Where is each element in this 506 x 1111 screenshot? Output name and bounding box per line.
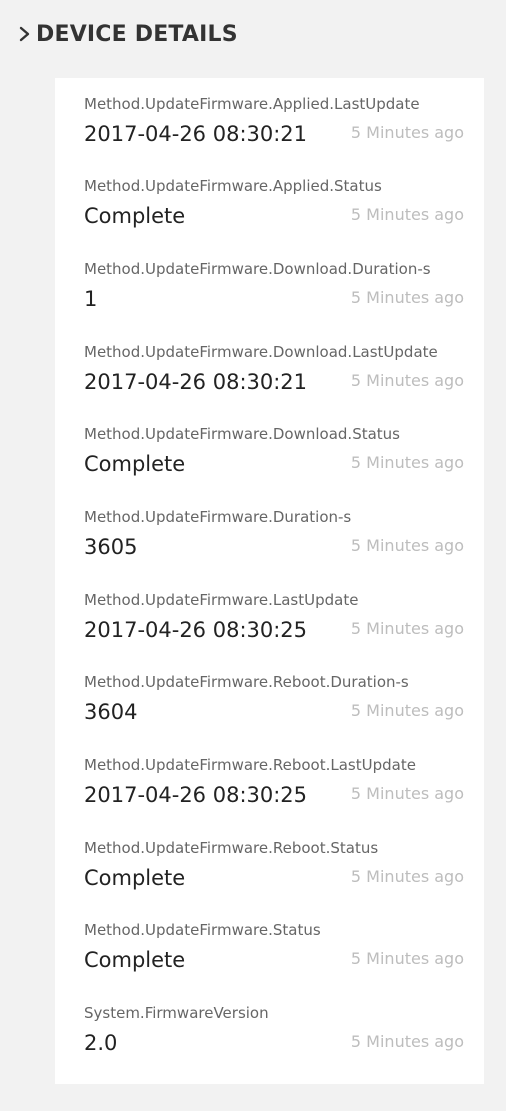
- property-name: Method.UpdateFirmware.Status: [84, 921, 321, 939]
- property-updated: 5 Minutes ago: [350, 949, 464, 968]
- property-updated: 5 Minutes ago: [350, 867, 464, 886]
- property-row: Method.UpdateFirmware.Reboot.Duration-s …: [55, 656, 484, 738]
- property-name: Method.UpdateFirmware.Applied.Status: [84, 177, 382, 195]
- property-updated: 5 Minutes ago: [350, 619, 464, 638]
- property-name: Method.UpdateFirmware.LastUpdate: [84, 591, 359, 609]
- property-name: Method.UpdateFirmware.Download.Duration-…: [84, 260, 431, 278]
- property-row: Method.UpdateFirmware.Status Complete 5 …: [55, 904, 484, 986]
- property-value: Complete: [84, 204, 186, 228]
- property-value: Complete: [84, 452, 186, 476]
- device-details-panel: DEVICE DETAILS Method.UpdateFirmware.App…: [0, 0, 506, 1111]
- property-name: Method.UpdateFirmware.Duration-s: [84, 508, 352, 526]
- property-updated: 5 Minutes ago: [350, 123, 464, 142]
- property-name: System.FirmwareVersion: [84, 1004, 269, 1022]
- section-title: DEVICE DETAILS: [36, 21, 238, 47]
- property-row: Method.UpdateFirmware.Reboot.Status Comp…: [55, 822, 484, 904]
- property-updated: 5 Minutes ago: [350, 701, 464, 720]
- property-value: 3604: [84, 700, 138, 724]
- property-updated: 5 Minutes ago: [350, 288, 464, 307]
- properties-list: Method.UpdateFirmware.Applied.LastUpdate…: [55, 78, 484, 1084]
- property-row: System.FirmwareVersion 2.0 5 Minutes ago: [55, 987, 484, 1069]
- device-details-header[interactable]: DEVICE DETAILS: [16, 18, 238, 50]
- property-updated: 5 Minutes ago: [350, 205, 464, 224]
- property-name: Method.UpdateFirmware.Applied.LastUpdate: [84, 95, 420, 113]
- property-value: 2017-04-26 08:30:25: [84, 618, 308, 642]
- property-updated: 5 Minutes ago: [350, 784, 464, 803]
- property-value: Complete: [84, 948, 186, 972]
- property-value: 2017-04-26 08:30:21: [84, 370, 308, 394]
- property-row: Method.UpdateFirmware.LastUpdate 2017-04…: [55, 574, 484, 656]
- property-name: Method.UpdateFirmware.Reboot.Duration-s: [84, 673, 409, 691]
- property-value: Complete: [84, 866, 186, 890]
- property-row: Method.UpdateFirmware.Applied.LastUpdate…: [55, 78, 484, 160]
- property-row: Method.UpdateFirmware.Applied.Status Com…: [55, 160, 484, 242]
- property-row: Method.UpdateFirmware.Download.Status Co…: [55, 408, 484, 490]
- property-value: 2017-04-26 08:30:25: [84, 783, 308, 807]
- property-updated: 5 Minutes ago: [350, 1032, 464, 1051]
- property-value: 1: [84, 287, 98, 311]
- property-value: 3605: [84, 535, 138, 559]
- chevron-right-icon[interactable]: [16, 25, 34, 43]
- property-row: Method.UpdateFirmware.Reboot.LastUpdate …: [55, 739, 484, 821]
- property-name: Method.UpdateFirmware.Download.LastUpdat…: [84, 343, 438, 361]
- property-name: Method.UpdateFirmware.Download.Status: [84, 425, 400, 443]
- property-row: Method.UpdateFirmware.Duration-s 3605 5 …: [55, 491, 484, 573]
- property-value: 2017-04-26 08:30:21: [84, 122, 308, 146]
- property-updated: 5 Minutes ago: [350, 453, 464, 472]
- property-name: Method.UpdateFirmware.Reboot.LastUpdate: [84, 756, 416, 774]
- property-name: Method.UpdateFirmware.Reboot.Status: [84, 839, 379, 857]
- property-updated: 5 Minutes ago: [350, 536, 464, 555]
- property-row: Method.UpdateFirmware.Download.LastUpdat…: [55, 326, 484, 408]
- property-updated: 5 Minutes ago: [350, 371, 464, 390]
- property-row: Method.UpdateFirmware.Download.Duration-…: [55, 243, 484, 325]
- property-value: 2.0: [84, 1031, 118, 1055]
